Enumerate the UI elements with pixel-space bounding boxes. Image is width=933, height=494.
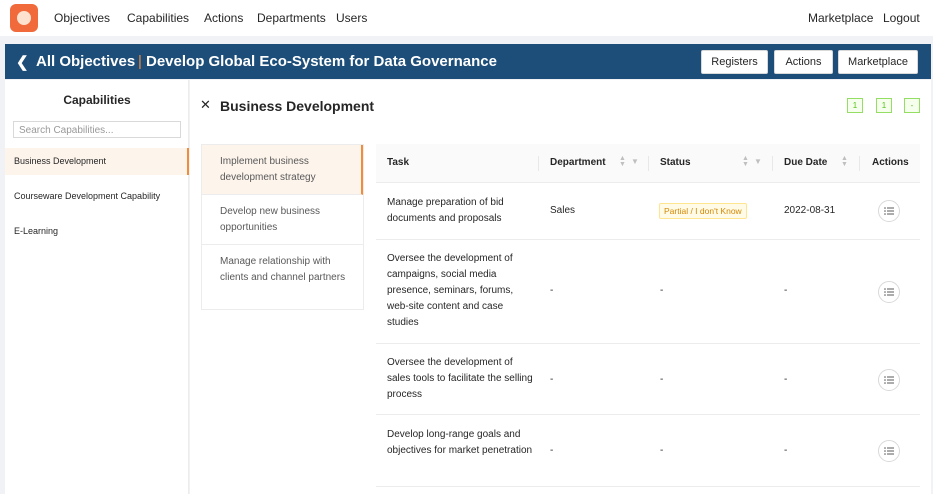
sort-icon[interactable]: ▲ ▼	[619, 155, 626, 168]
task-cell: Manage preparation of bid documents and …	[387, 197, 504, 224]
th-task: Task	[387, 157, 410, 168]
column-divider	[859, 156, 860, 171]
marketplace-button[interactable]: Marketplace	[838, 50, 918, 74]
nav-departments[interactable]: Departments	[257, 11, 326, 25]
task-cell: Oversee the development of sales tools t…	[387, 357, 533, 400]
due-date-cell: -	[784, 445, 788, 456]
strategy-item[interactable]: Develop new business opportunities	[202, 195, 363, 245]
nav-marketplace[interactable]: Marketplace	[808, 11, 873, 25]
status-cell: -	[660, 445, 664, 456]
objective-title: Develop Global Eco-System for Data Gover…	[146, 53, 497, 70]
list-actions-icon[interactable]	[878, 440, 900, 462]
due-date-cell: -	[784, 374, 788, 385]
sidebar-title: Capabilities	[63, 93, 131, 107]
count-badge-2: 1	[876, 98, 892, 113]
table-header: Task Department ▲ ▼ ▼ Status ▲ ▼ ▼ Due Dat…	[376, 144, 920, 183]
capability-panel: ✕ Business Development 1 1 - Implement b…	[190, 80, 931, 494]
sidebar-item-elearning[interactable]: E-Learning	[5, 218, 189, 245]
list-actions-icon[interactable]	[878, 200, 900, 222]
status-cell: -	[660, 374, 664, 385]
department-cell: Sales	[550, 205, 576, 216]
registers-button[interactable]: Registers	[701, 50, 768, 74]
column-divider	[772, 156, 773, 171]
column-divider	[538, 156, 539, 171]
table-row[interactable]: Manage preparation of bid documents and …	[376, 183, 920, 240]
column-divider	[648, 156, 649, 171]
strategy-item[interactable]: Manage relationship with clients and cha…	[202, 245, 363, 309]
due-date-cell: 2022-08-31	[784, 205, 836, 216]
sidebar-item-courseware[interactable]: Courseware Development Capability	[5, 183, 189, 210]
nav-users[interactable]: Users	[336, 11, 367, 25]
capabilities-search-input[interactable]: Search Capabilities...	[13, 121, 181, 138]
list-actions-icon[interactable]	[878, 369, 900, 391]
th-status[interactable]: Status	[660, 157, 691, 168]
department-cell: -	[550, 374, 554, 385]
app-logo[interactable]	[10, 4, 38, 32]
th-due-date[interactable]: Due Date	[784, 157, 827, 168]
filter-icon[interactable]: ▼	[754, 157, 762, 166]
nav-actions[interactable]: Actions	[204, 11, 243, 25]
header-separator: |	[138, 53, 142, 70]
table-row[interactable]: Develop long-range goals and objectives …	[376, 415, 920, 487]
nav-objectives[interactable]: Objectives	[54, 11, 110, 25]
sort-icon[interactable]: ▲ ▼	[841, 155, 848, 168]
table-row[interactable]: Oversee the development of sales tools t…	[376, 344, 920, 415]
th-actions: Actions	[872, 157, 909, 168]
capability-title: Business Development	[220, 98, 375, 114]
due-date-cell: -	[784, 285, 788, 296]
count-badge-3: -	[904, 98, 920, 113]
sidebar-item-business-development[interactable]: Business Development	[5, 148, 189, 175]
capabilities-sidebar: Capabilities Search Capabilities... Busi…	[5, 80, 189, 494]
top-nav: Objectives Capabilities Actions Departme…	[0, 0, 933, 36]
strategy-list: Implement business development strategy …	[201, 144, 364, 310]
task-cell: Oversee the development of campaigns, so…	[387, 253, 514, 328]
close-icon[interactable]: ✕	[200, 97, 211, 113]
nav-logout[interactable]: Logout	[883, 11, 920, 25]
task-cell: Develop long-range goals and objectives …	[387, 429, 533, 456]
department-cell: -	[550, 285, 554, 296]
status-badge: Partial / I don't Know	[659, 203, 747, 219]
strategy-item[interactable]: Implement business development strategy	[202, 145, 363, 195]
objective-header: ❮ All Objectives | Develop Global Eco-Sy…	[5, 44, 931, 79]
count-badge-1: 1	[847, 98, 863, 113]
th-department[interactable]: Department	[550, 157, 606, 168]
all-objectives-link[interactable]: All Objectives	[36, 53, 135, 70]
actions-button[interactable]: Actions	[774, 50, 833, 74]
sort-icon[interactable]: ▲ ▼	[742, 155, 749, 168]
table-row[interactable]: Oversee the development of campaigns, so…	[376, 240, 920, 344]
back-chevron-icon[interactable]: ❮	[16, 53, 29, 71]
filter-icon[interactable]: ▼	[631, 157, 639, 166]
department-cell: -	[550, 445, 554, 456]
status-cell: -	[660, 285, 664, 296]
nav-capabilities[interactable]: Capabilities	[127, 11, 189, 25]
list-actions-icon[interactable]	[878, 281, 900, 303]
